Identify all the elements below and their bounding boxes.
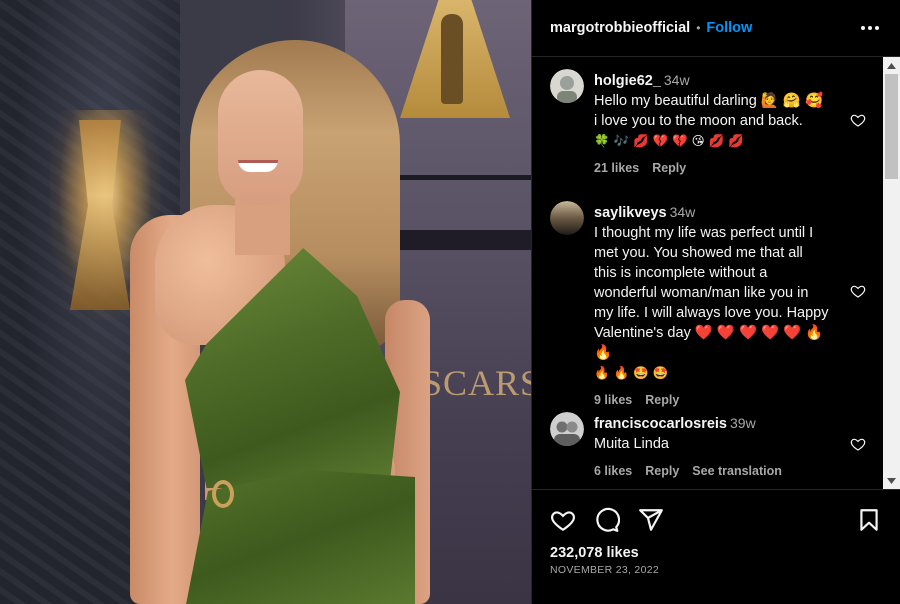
post-username[interactable]: margotrobbieofficial [550, 20, 690, 36]
backdrop-divider [385, 230, 531, 250]
scroll-up-arrow-icon[interactable] [883, 57, 900, 74]
comment-body: saylikveys 34w I thought my life was perf… [594, 202, 844, 407]
more-icon[interactable] [861, 19, 879, 37]
post-actions: 232,078 likes NOVEMBER 23, 2022 [532, 489, 900, 604]
follow-button[interactable]: Follow [706, 20, 752, 36]
comment-text: wonderful woman/man like you in [594, 285, 809, 301]
reply-button[interactable]: Reply [645, 464, 679, 478]
backdrop-divider [385, 175, 531, 180]
comment-time[interactable]: 34w [670, 204, 696, 220]
comment-likes[interactable]: 21 likes [594, 161, 639, 175]
avatar[interactable] [550, 412, 584, 446]
comment-username[interactable]: franciscocarlosreis [594, 416, 727, 432]
reply-button[interactable]: Reply [645, 393, 679, 407]
comment-text: this is incomplete without a [594, 265, 768, 281]
comment-time[interactable]: 34w [664, 72, 690, 88]
avatar[interactable] [550, 69, 584, 103]
comment-text: Muita Linda [594, 436, 669, 452]
comment-text: met you. You showed me that all [594, 245, 803, 261]
comment-text: i love you to the moon and back. [594, 113, 803, 129]
likes-count[interactable]: 232,078 likes [550, 545, 639, 561]
person-face [218, 70, 303, 205]
post-header: margotrobbieofficial • Follow [532, 0, 900, 57]
heart-icon[interactable] [550, 507, 576, 533]
bookmark-icon[interactable] [856, 507, 882, 533]
comment-likes[interactable]: 6 likes [594, 464, 632, 478]
person-smile [238, 160, 278, 172]
comment-text: Valentine's day ❤️ ❤️ ❤️ ❤️ ❤️ 🔥 🔥 [594, 325, 824, 361]
share-icon[interactable] [638, 507, 664, 533]
scrollbar-thumb[interactable] [885, 74, 898, 179]
separator-dot: • [696, 21, 701, 35]
reply-button[interactable]: Reply [652, 161, 686, 175]
comment-username[interactable]: saylikveys [594, 205, 667, 221]
comment-text: I thought my life was perfect until I [594, 225, 814, 241]
comment-icon[interactable] [594, 507, 620, 533]
comment-body: franciscocarlosreis 39w Muita Linda 6 lik… [594, 413, 844, 478]
heart-icon[interactable] [850, 112, 866, 128]
comments-list[interactable]: holgie62_ 34w Hello my beautiful darling … [532, 57, 884, 489]
post-photo[interactable]: OSCARS95 [0, 0, 531, 604]
oscar-statue-figure [441, 14, 463, 104]
comment-text: 🔥 🔥 🤩 🤩 [594, 365, 669, 380]
scroll-down-arrow-icon[interactable] [883, 472, 900, 489]
post-date[interactable]: NOVEMBER 23, 2022 [550, 564, 659, 576]
comment-meta: 6 likes Reply See translation [594, 464, 844, 478]
comment-username[interactable]: holgie62_ [594, 73, 661, 89]
comment-text: my life. I will always love you. Happy [594, 305, 829, 321]
comments-scrollbar[interactable] [883, 57, 900, 489]
see-translation-button[interactable]: See translation [692, 464, 782, 478]
heart-icon[interactable] [850, 283, 866, 299]
comment-meta: 21 likes Reply [594, 161, 844, 175]
comment-meta: 9 likes Reply [594, 393, 844, 407]
comment-text: 🍀 🎶 💋 💔 💔 😘 💋 💋 [594, 133, 744, 148]
dress-buckle [212, 480, 234, 508]
avatar[interactable] [550, 201, 584, 235]
comment-likes[interactable]: 9 likes [594, 393, 632, 407]
comment-text: Hello my beautiful darling 🙋 🤗 🥰 [594, 93, 824, 109]
post-side-panel: margotrobbieofficial • Follow holgie62_ 3… [531, 0, 900, 604]
heart-icon[interactable] [850, 436, 866, 452]
comment-time[interactable]: 39w [730, 415, 756, 431]
comment-body: holgie62_ 34w Hello my beautiful darling … [594, 70, 844, 175]
